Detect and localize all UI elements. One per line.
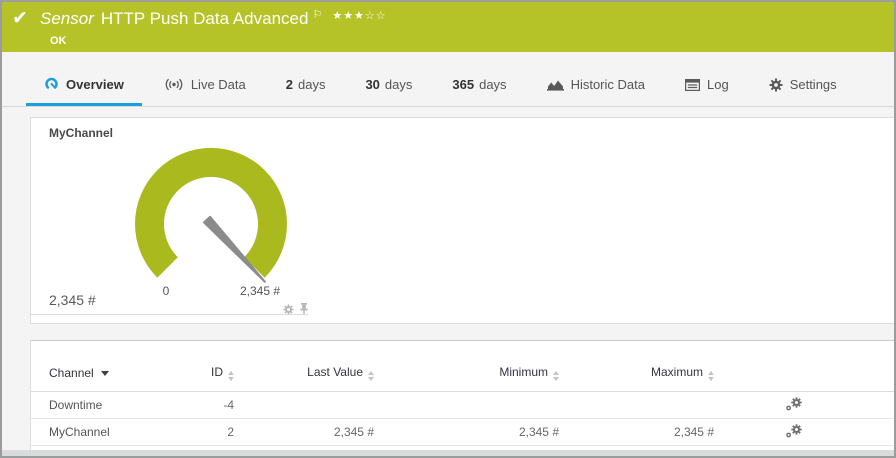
tab-live-data[interactable]: Live Data (146, 52, 264, 106)
tab-30-days[interactable]: 30 days (347, 52, 430, 106)
tab-log-label: Log (707, 77, 729, 92)
tab-2-days[interactable]: 2 days (268, 52, 344, 106)
cell-channel: Downtime (31, 392, 141, 419)
channel-table: Channel ID Last Value Minimum Maximum Do… (31, 341, 894, 446)
cell-id: -4 (141, 392, 234, 419)
tab-30-days-label: days (385, 77, 412, 92)
cell-minimum (374, 392, 559, 419)
column-header-minimum[interactable]: Minimum (374, 341, 559, 392)
tab-historic-data[interactable]: Historic Data (529, 52, 663, 106)
cell-id: 2 (141, 419, 234, 446)
gauge-max-label: 2,345 # (240, 284, 280, 298)
gauge-settings-gear-icon[interactable] (283, 304, 294, 315)
gauge-divider (31, 314, 308, 315)
channel-settings-icon[interactable] (786, 397, 802, 411)
sensor-kind-label: Sensor (40, 8, 94, 30)
column-header-last-value[interactable]: Last Value (234, 341, 374, 392)
gauge-current-value: 2,345 # (49, 292, 96, 308)
sort-both-icon (553, 371, 559, 381)
broadcast-icon (164, 78, 184, 91)
gauge-min-label: 0 (163, 284, 170, 298)
cell-minimum: 2,345 # (374, 419, 559, 446)
cell-last-value (234, 392, 374, 419)
gauge-chart (126, 142, 296, 292)
sort-both-icon (708, 371, 714, 381)
tab-overview[interactable]: Overview (26, 52, 142, 106)
tab-365-days[interactable]: 365 days (434, 52, 524, 106)
tab-settings[interactable]: Settings (751, 52, 855, 106)
stars-filled: ★★★ (332, 10, 365, 22)
area-chart-icon (547, 79, 564, 91)
tab-live-data-label: Live Data (191, 77, 246, 92)
prtg-sensor-page: ✔ Sensor HTTP Push Data Advanced ⚐ ★★★☆☆… (0, 0, 896, 458)
sort-both-icon (368, 371, 374, 381)
tab-365-days-number: 365 (452, 77, 474, 92)
channel-table-panel: Channel ID Last Value Minimum Maximum Do… (30, 340, 894, 452)
table-row-downtime: Downtime -4 (31, 392, 894, 419)
column-header-channel[interactable]: Channel (31, 341, 141, 392)
status-badge: OK (50, 35, 387, 47)
tab-365-days-label: days (479, 77, 506, 92)
tab-2-days-label: days (298, 77, 325, 92)
gauge-channel-title: MyChannel (49, 126, 113, 140)
sort-both-icon (228, 371, 234, 381)
sensor-status-banner: ✔ Sensor HTTP Push Data Advanced ⚐ ★★★☆☆… (2, 2, 894, 52)
cell-channel: MyChannel (31, 419, 141, 446)
cell-maximum (559, 392, 714, 419)
tab-historic-data-label: Historic Data (571, 77, 645, 92)
sort-desc-icon (101, 371, 109, 376)
column-header-actions (714, 341, 894, 392)
status-check-icon: ✔ (12, 8, 40, 30)
cell-last-value: 2,345 # (234, 419, 374, 446)
gauge-ring (135, 148, 287, 278)
tab-2-days-number: 2 (286, 77, 293, 92)
tab-log[interactable]: Log (667, 52, 747, 106)
channel-table-header-row: Channel ID Last Value Minimum Maximum (31, 341, 894, 392)
log-icon (685, 79, 700, 91)
sensor-tabbar: Overview Live Data 2 days 30 days 365 (2, 52, 894, 107)
star-rating[interactable]: ★★★☆☆ (332, 5, 386, 27)
priority-flag-icon[interactable]: ⚐ (312, 4, 322, 26)
channel-settings-icon[interactable] (786, 424, 802, 438)
column-header-id[interactable]: ID (141, 341, 234, 392)
sensor-title: HTTP Push Data Advanced (101, 8, 309, 30)
gauge-panel: MyChannel 0 2,345 # 2,345 # (30, 117, 894, 324)
cell-maximum: 2,345 # (559, 419, 714, 446)
bottom-edge-strip (2, 450, 894, 456)
tab-30-days-number: 30 (365, 77, 379, 92)
tab-overview-label: Overview (66, 77, 124, 92)
tab-settings-label: Settings (790, 77, 837, 92)
gauge-icon (44, 77, 59, 92)
sensor-title-line: Sensor HTTP Push Data Advanced ⚐ ★★★☆☆ (40, 8, 387, 32)
gear-icon (769, 78, 783, 92)
table-row-mychannel: MyChannel 2 2,345 # 2,345 # 2,345 # (31, 419, 894, 446)
column-header-maximum[interactable]: Maximum (559, 341, 714, 392)
stars-empty: ☆☆ (365, 10, 387, 22)
